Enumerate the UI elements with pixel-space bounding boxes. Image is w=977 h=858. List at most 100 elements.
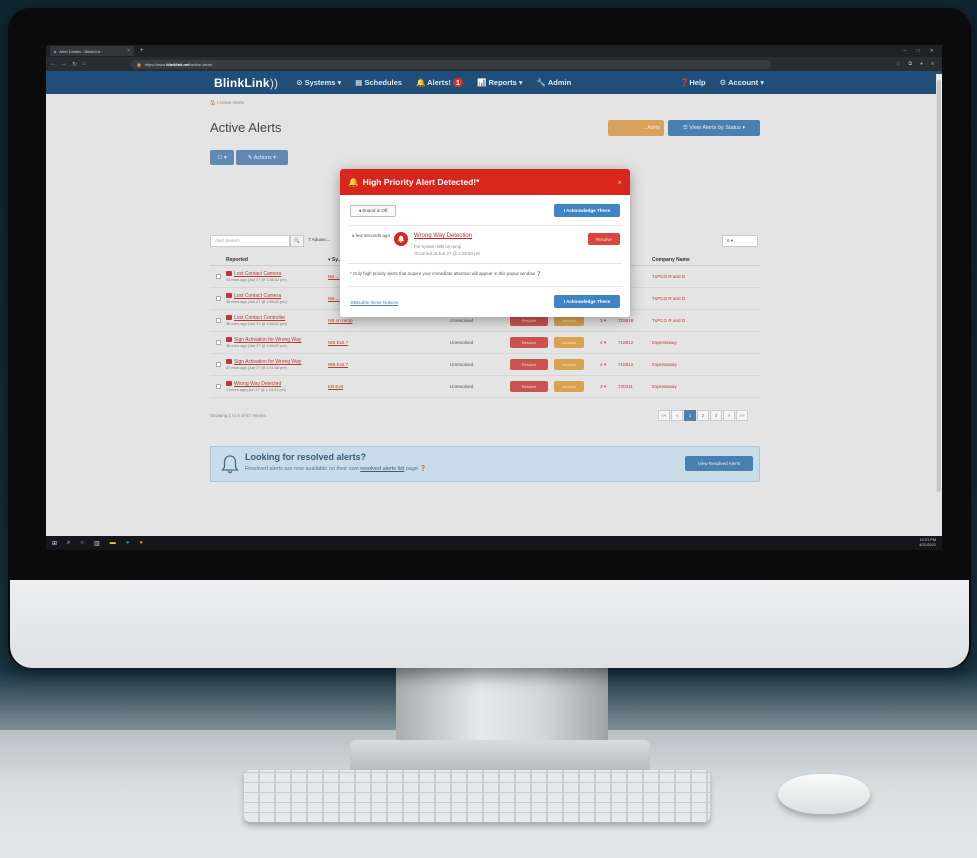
back-icon[interactable]: ← [50, 61, 56, 67]
table-row[interactable]: Wrong Way Detected 1 hours ago (Jun 27 @ … [210, 376, 760, 398]
page-button[interactable]: < [671, 410, 683, 421]
row-resolve-button[interactable]: Resolve [510, 337, 548, 348]
table-row[interactable]: Sign Activation for Wrong Way 47 mins ago… [210, 354, 760, 376]
bookmark-icon[interactable]: ☆ [896, 61, 900, 67]
actions-button[interactable]: ✎ Actions ▾ [236, 150, 288, 165]
row-checkbox[interactable] [215, 362, 221, 367]
alert-type-icon [226, 381, 232, 387]
company-name: Expressway [652, 362, 677, 367]
acknowledge-button-bottom[interactable]: I Acknowledge These [554, 295, 620, 308]
brand-logo[interactable]: BlinkLink)) [214, 76, 278, 90]
alert-id: 718616 [618, 318, 634, 323]
alert-search-input[interactable]: Alert Search [210, 235, 290, 247]
close-icon[interactable]: × [617, 178, 622, 187]
table-row[interactable]: Sign Activation for Wrong Way 45 mins ago… [210, 332, 760, 354]
resolved-alerts-list-link[interactable]: resolved alerts list [360, 466, 404, 472]
resolve-button[interactable]: Resolve [588, 233, 620, 245]
row-resolve-button[interactable]: Resolve [510, 359, 548, 370]
priority-select[interactable]: 3 ▾ [600, 384, 618, 390]
browser-tab[interactable]: ■ Alert Details - BlinkLink × [50, 46, 134, 56]
view-resolved-alerts-button[interactable]: View Resolved Alerts [685, 456, 753, 471]
alert-title-link[interactable]: Wrong Way Detection [414, 233, 472, 239]
window-controls: ─ □ ✕ [903, 48, 938, 54]
search-icon[interactable]: 🔍 [290, 235, 304, 247]
row-checkbox[interactable] [215, 340, 221, 345]
brand-mark: )) [269, 75, 279, 90]
menu-icon[interactable]: ≡ [931, 61, 934, 67]
advanced-filter-link[interactable]: T Advanc... [308, 237, 330, 242]
profile-icon[interactable]: ● [920, 61, 923, 67]
forward-icon[interactable]: → [61, 61, 67, 67]
page-button[interactable]: 2 [697, 410, 709, 421]
row-archive-button[interactable]: Archive [554, 337, 584, 348]
extensions-icon[interactable]: ⧉ [908, 61, 912, 67]
row-resolve-button[interactable]: Resolve [510, 381, 548, 392]
header-reported[interactable]: Reported [226, 257, 328, 263]
alerts-filter-button[interactable]: ... Alerts [608, 120, 664, 136]
page-button[interactable]: >> [736, 410, 748, 421]
system-link[interactable]: NB on ramp [328, 318, 450, 323]
cortana-icon[interactable]: ○ [80, 540, 84, 546]
nav-account[interactable]: ⚙ Account ▾ [720, 78, 764, 87]
task-view-icon[interactable]: ▥ [94, 540, 100, 547]
close-window-icon[interactable]: ✕ [930, 48, 934, 54]
reload-icon[interactable]: ↻ [72, 61, 77, 68]
row-checkbox[interactable] [215, 274, 221, 279]
page-button[interactable]: 3 [710, 410, 722, 421]
row-archive-button[interactable]: Archive [554, 381, 584, 392]
alert-reported-time: 36 mins ago (Jun 27 @ 1:56:22 pm) [226, 322, 287, 326]
per-page-select[interactable]: 6 ▾ [722, 235, 758, 247]
home-icon[interactable]: ⌂ [82, 61, 86, 67]
row-archive-button[interactable]: Archive [554, 359, 584, 370]
url-field[interactable]: 🔒 https://www. blinklink.net/active-alert… [130, 59, 771, 69]
actions-cell: Resolve Archive [510, 381, 600, 392]
alert-link[interactable]: Sign Activation for Wrong Way [226, 337, 328, 343]
maximize-icon[interactable]: □ [917, 48, 920, 54]
resolved-banner-title: Looking for resolved alerts? [245, 452, 367, 462]
close-tab-icon[interactable]: × [127, 48, 130, 54]
modal-title: High Priority Alert Detected!* [362, 177, 480, 187]
sound-toggle-button[interactable]: ◂ Sound is Off [350, 205, 396, 217]
nav-admin[interactable]: 🔧 Admin [537, 78, 571, 87]
alert-link[interactable]: Lost Contact Controller [226, 315, 328, 321]
alert-link[interactable]: Lost Contact Camera [226, 293, 328, 299]
nav-schedules[interactable]: ▦ Schedules [355, 78, 402, 87]
system-link[interactable]: WB Exit 7 [328, 340, 450, 345]
row-checkbox[interactable] [215, 296, 221, 301]
acknowledge-button-top[interactable]: I Acknowledge These [554, 204, 620, 217]
select-checkbox-button[interactable]: ☐ ▾ [210, 150, 234, 165]
nav-alerts[interactable]: 🔔 Alerts! 1 [416, 78, 464, 87]
minimize-icon[interactable]: ─ [903, 48, 907, 54]
scrollbar-thumb[interactable] [937, 80, 941, 492]
system-link[interactable]: EB Exit [328, 384, 450, 389]
system-link[interactable]: WB Exit 7 [328, 362, 450, 367]
priority-select[interactable]: 4 ▾ [600, 340, 618, 346]
search-icon[interactable]: ⌕ [67, 540, 70, 547]
disable-notices-link[interactable]: ⊘Disable these Notices [350, 300, 398, 306]
view-by-status-button[interactable]: ☰ View Alerts by Status ▾ [668, 120, 760, 136]
firefox-icon[interactable]: ● [139, 540, 143, 546]
alert-link[interactable]: Lost Contact Camera [226, 271, 328, 277]
priority-select[interactable]: 4 ▾ [600, 362, 618, 368]
page-button[interactable]: > [723, 410, 735, 421]
row-checkbox[interactable] [215, 384, 221, 389]
file-explorer-icon[interactable]: ▬ [110, 540, 116, 546]
windows-start-icon[interactable]: ⊞ [52, 540, 57, 547]
alert-link[interactable]: Sign Activation for Wrong Way [226, 359, 328, 365]
row-checkbox[interactable] [215, 318, 221, 323]
os-taskbar: ⊞ ⌕ ○ ▥ ▬ ◕ ● 12:01 PM 4/20/2021 [46, 536, 942, 550]
monitor-chin [10, 580, 969, 668]
nav-systems[interactable]: ⊙ Systems ▾ [296, 78, 341, 87]
alert-title: Lost Contact Controller [234, 315, 286, 321]
nav-reports[interactable]: 📊 Reports ▾ [477, 78, 523, 87]
resolved-text-before: Resolved alerts are now available on the… [245, 466, 361, 472]
page-button[interactable]: 1 [684, 410, 696, 421]
page-button[interactable]: << [658, 410, 670, 421]
nav-help[interactable]: ❓Help [680, 78, 706, 87]
new-tab-button[interactable]: + [140, 48, 144, 54]
edge-icon[interactable]: ◕ [126, 540, 130, 546]
priority-select[interactable]: 3 ▾ [600, 318, 618, 324]
alert-link[interactable]: Wrong Way Detected [226, 381, 328, 387]
header-company[interactable]: Company Name [652, 257, 742, 263]
taskbar-clock[interactable]: 12:01 PM 4/20/2021 [919, 538, 936, 548]
